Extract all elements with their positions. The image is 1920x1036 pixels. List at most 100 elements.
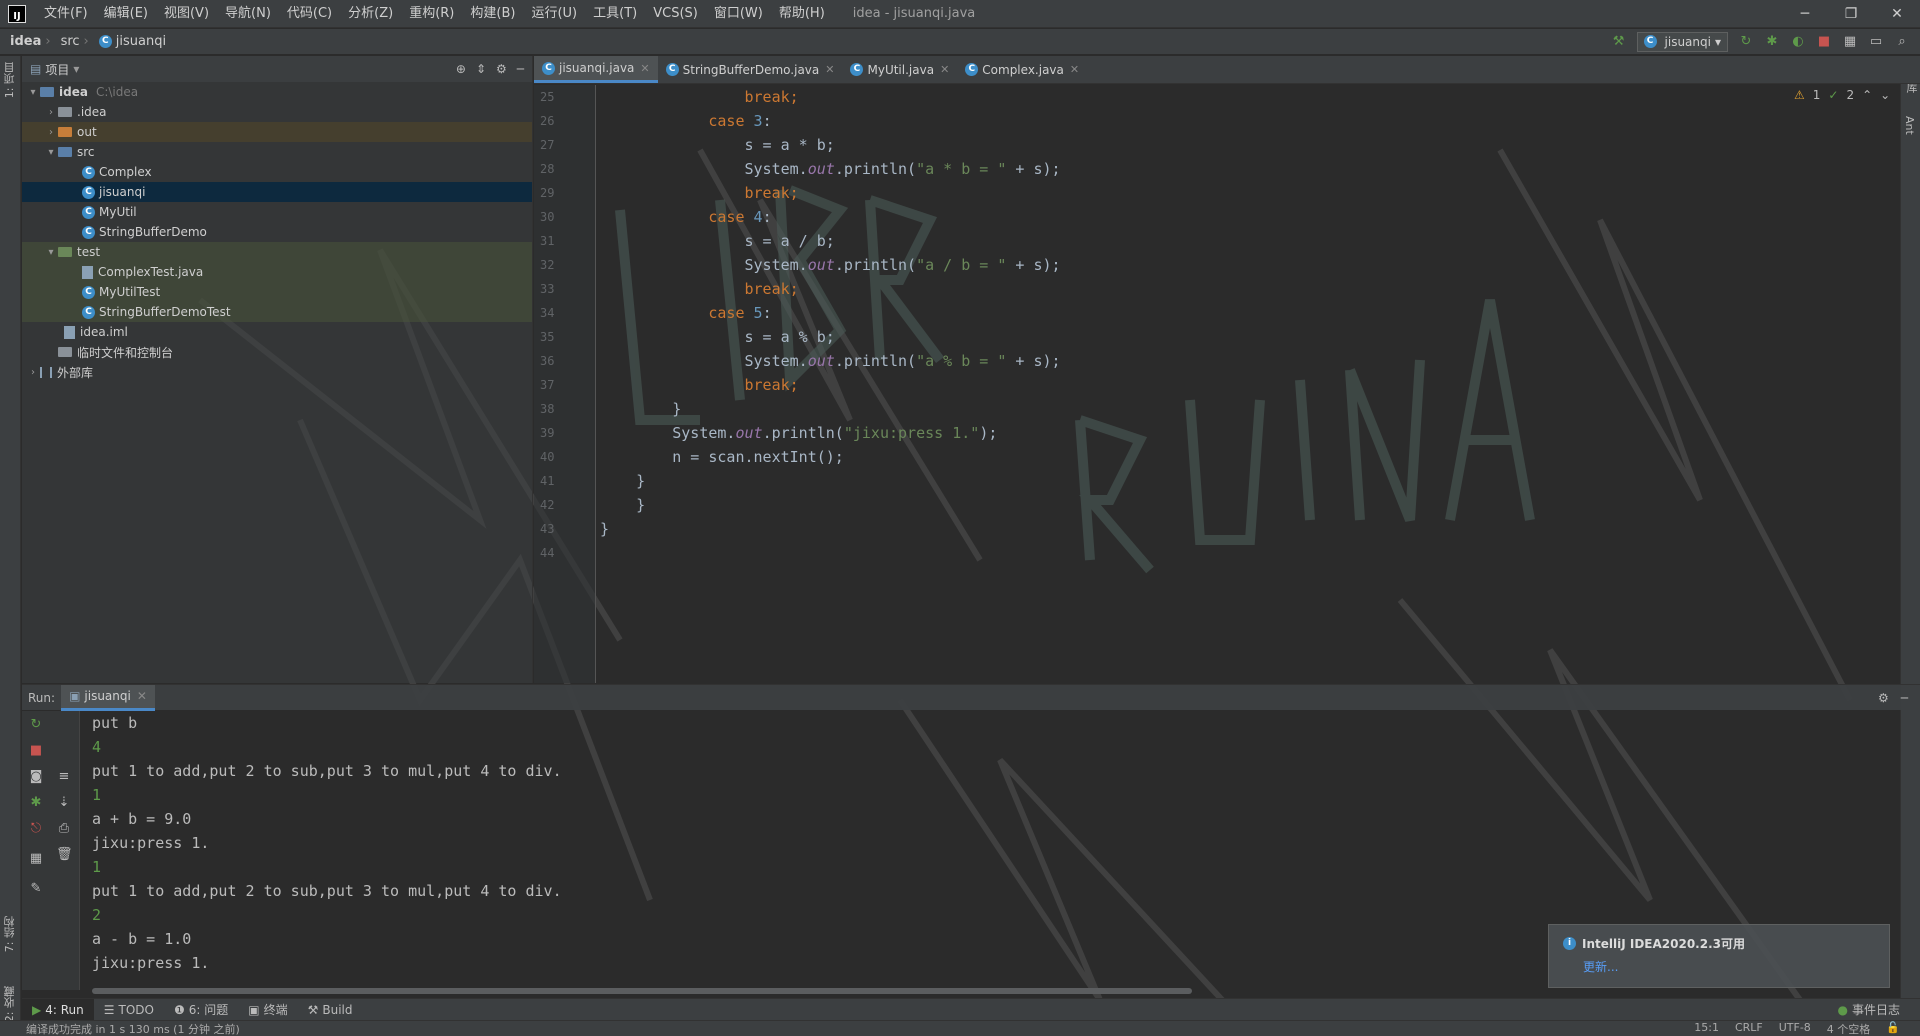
scroll-to-end-icon[interactable]: ⇣ <box>56 795 72 810</box>
hide-panel-icon[interactable]: ─ <box>517 62 524 76</box>
line-separator[interactable]: CRLF <box>1735 1021 1763 1036</box>
editor-tab-complex[interactable]: C Complex.java ✕ <box>957 56 1087 83</box>
pin-icon[interactable]: ✎ <box>28 881 44 896</box>
tool-tab-terminal[interactable]: ▣ 终端 <box>238 1001 297 1018</box>
tree-item-stringbufferdemotest[interactable]: C StringBufferDemoTest <box>22 302 532 322</box>
breadcrumb-file[interactable]: C jisuanqi <box>89 34 170 49</box>
tree-item-myutiltest[interactable]: C MyUtilTest <box>22 282 532 302</box>
close-tab-icon[interactable]: ✕ <box>137 689 147 703</box>
tree-item-external-libraries[interactable]: › 外部库 <box>22 362 532 382</box>
file-encoding[interactable]: UTF-8 <box>1779 1021 1811 1036</box>
menu-navigate[interactable]: 导航(N) <box>217 0 279 28</box>
coverage-icon[interactable]: ◐ <box>1790 34 1806 49</box>
menu-run[interactable]: 运行(U) <box>523 0 585 28</box>
editor-tab-stringbufferdemo[interactable]: C StringBufferDemo.java ✕ <box>658 56 843 83</box>
tree-item-src[interactable]: ▾ src <box>22 142 532 162</box>
update-link[interactable]: 更新... <box>1583 958 1875 975</box>
chevron-up-icon[interactable]: ⌃ <box>1862 88 1872 102</box>
tree-item-stringbufferdemo[interactable]: C StringBufferDemo <box>22 222 532 242</box>
menu-vcs[interactable]: VCS(S) <box>645 0 706 28</box>
menu-view[interactable]: 视图(V) <box>156 0 217 28</box>
tree-item-jisuanqi[interactable]: C jisuanqi <box>22 182 532 202</box>
chevron-down-icon[interactable]: ▾ <box>44 247 58 258</box>
project-panel-title[interactable]: 项目 <box>45 61 69 78</box>
restore-icon[interactable]: ❐ <box>1828 6 1874 22</box>
close-tab-icon[interactable]: ✕ <box>940 63 949 76</box>
tree-item-complex[interactable]: C Complex <box>22 162 532 182</box>
editor-tab-jisuanqi[interactable]: C jisuanqi.java ✕ <box>534 56 658 83</box>
tree-item-scratches[interactable]: 临时文件和控制台 <box>22 342 532 362</box>
debug-bug-icon[interactable]: ✱ <box>28 795 44 810</box>
inspection-widget[interactable]: ⚠ 1 ✓ 2 ⌃ ⌄ <box>1794 88 1890 102</box>
menu-help[interactable]: 帮助(H) <box>771 0 833 28</box>
camera-icon[interactable]: ◙ <box>28 769 44 784</box>
menu-code[interactable]: 代码(C) <box>279 0 340 28</box>
collapse-all-icon[interactable]: ⇕ <box>476 62 486 76</box>
locate-target-icon[interactable]: ⊕ <box>456 62 466 76</box>
print-icon[interactable]: ⎙ <box>56 821 72 836</box>
search-icon[interactable]: ⌕ <box>1894 34 1910 49</box>
rerun-icon[interactable]: ↻ <box>1738 34 1754 49</box>
stop-icon[interactable]: ■ <box>1816 34 1832 49</box>
chevron-right-icon[interactable]: › <box>26 367 40 378</box>
menu-edit[interactable]: 编辑(E) <box>96 0 156 28</box>
close-window-icon[interactable]: ✕ <box>1874 6 1920 22</box>
menu-build[interactable]: 构建(B) <box>462 0 523 28</box>
minimize-icon[interactable]: ─ <box>1782 6 1828 22</box>
breadcrumb-project[interactable]: idea <box>0 34 45 49</box>
menu-tools[interactable]: 工具(T) <box>585 0 645 28</box>
tree-item-idea-root[interactable]: ▾ idea C:\idea <box>22 82 532 102</box>
tool-tab-run[interactable]: ▶ 4: Run <box>22 998 94 1021</box>
close-tab-icon[interactable]: ✕ <box>1070 63 1079 76</box>
chevron-right-icon[interactable]: › <box>44 107 58 118</box>
stop-icon[interactable]: ■ <box>28 743 44 758</box>
console-output[interactable]: put b 4 put 1 to add,put 2 to sub,put 3 … <box>92 711 1592 990</box>
tool-tab-structure[interactable]: 7: 结构 <box>2 916 18 952</box>
soft-wrap-icon[interactable]: ≡ <box>56 769 72 784</box>
chevron-down-icon[interactable]: ⌄ <box>1880 88 1890 102</box>
chevron-down-icon[interactable]: ▾ <box>26 87 40 98</box>
editor-tab-myutil[interactable]: C MyUtil.java ✕ <box>842 56 957 83</box>
menu-analyze[interactable]: 分析(Z) <box>340 0 401 28</box>
tree-item-idea-iml[interactable]: idea.iml <box>22 322 532 342</box>
close-tab-icon[interactable]: ✕ <box>825 63 834 76</box>
build-hammer-icon[interactable]: ⚒ <box>1611 34 1627 49</box>
tool-tab-build[interactable]: ⚒ Build <box>298 1003 363 1017</box>
code-editor[interactable]: break; case 3: s = a * b; System.out.pri… <box>600 85 1890 683</box>
tool-tab-ant[interactable]: Ant <box>1903 116 1916 135</box>
menu-file[interactable]: 文件(F) <box>36 0 96 28</box>
breadcrumb-src[interactable]: src <box>51 34 84 49</box>
menu-refactor[interactable]: 重构(R) <box>401 0 462 28</box>
indent-setting[interactable]: 4 个空格 <box>1827 1021 1871 1036</box>
layout-icon[interactable]: ▦ <box>28 851 44 866</box>
gear-icon[interactable]: ⚙ <box>1878 691 1889 705</box>
console-horizontal-scrollbar[interactable] <box>92 988 1192 994</box>
trash-icon[interactable]: 🗑 <box>56 847 73 862</box>
tree-item-myutil[interactable]: C MyUtil <box>22 202 532 222</box>
tree-item-complextest[interactable]: ComplexTest.java <box>22 262 532 282</box>
status-message[interactable]: 编译成功完成 in 1 s 130 ms (1 分钟 之前) <box>0 1021 240 1036</box>
layout-icon[interactable]: ▭ <box>1868 34 1884 49</box>
exit-icon[interactable]: ⎋ <box>28 821 44 836</box>
chevron-right-icon[interactable]: › <box>44 127 58 138</box>
caret-position[interactable]: 15:1 <box>1694 1021 1719 1036</box>
tool-tab-event-log[interactable]: ● 事件日志 <box>1828 1001 1920 1018</box>
tool-tab-project[interactable]: 1: 项目 <box>2 62 18 98</box>
project-structure-icon[interactable]: ▦ <box>1842 34 1858 49</box>
menu-window[interactable]: 窗口(W) <box>706 0 771 28</box>
hide-panel-icon[interactable]: ─ <box>1901 691 1908 705</box>
chevron-down-icon[interactable]: ▾ <box>44 147 58 158</box>
lock-icon[interactable]: 🔓 <box>1886 1021 1900 1036</box>
tool-tab-todo[interactable]: ☰ TODO <box>94 1003 164 1017</box>
run-config-selector[interactable]: C jisuanqi ▾ <box>1636 31 1728 52</box>
debug-bug-icon[interactable]: ✱ <box>1764 34 1780 49</box>
tree-item-idea-dir[interactable]: › .idea <box>22 102 532 122</box>
close-tab-icon[interactable]: ✕ <box>640 62 649 75</box>
run-tab-jisuanqi[interactable]: ▣ jisuanqi ✕ <box>61 684 155 711</box>
chevron-down-icon[interactable]: ▾ <box>73 62 79 76</box>
tool-tab-problems[interactable]: ❶ 6: 问题 <box>164 1001 238 1018</box>
gear-icon[interactable]: ⚙ <box>496 62 507 76</box>
rerun-icon[interactable]: ↻ <box>28 717 44 732</box>
tree-item-test[interactable]: ▾ test <box>22 242 532 262</box>
tool-tab-favorites[interactable]: 2: 收藏 <box>2 986 18 1022</box>
